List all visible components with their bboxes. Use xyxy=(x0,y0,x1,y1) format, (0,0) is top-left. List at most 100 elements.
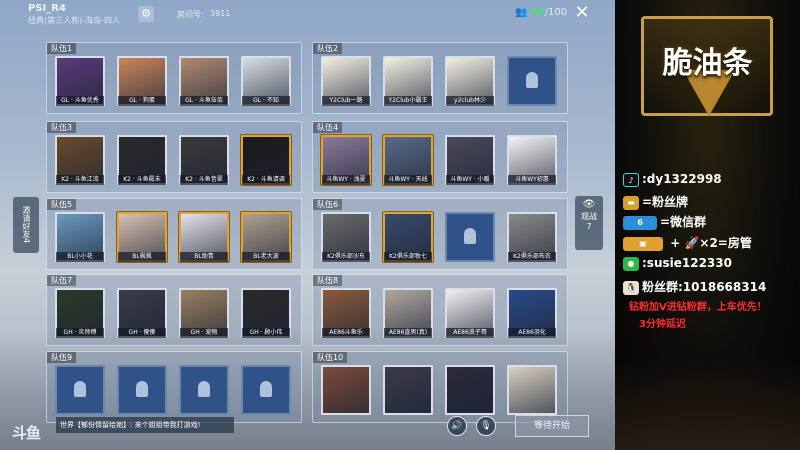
spectate-count: 7 xyxy=(586,222,592,231)
avatar xyxy=(385,367,431,413)
spectate-tab[interactable]: 👁 观战 7 xyxy=(575,196,603,250)
player-slot[interactable]: Y2Club一路 xyxy=(321,56,371,106)
fans-group-text: 粉丝群:1018668314 xyxy=(642,280,767,294)
team-panel: 队伍8 AE86斗鱼乐 AE86直男(真) AE86浪子哥 AE86羽化 xyxy=(312,274,568,346)
note-line-2: 3分钟延迟 xyxy=(639,319,686,330)
wait-start-button[interactable]: 等待开始 xyxy=(515,415,589,437)
player-name: GH · 傻傻 xyxy=(118,328,166,338)
bottom-bar: 斗鱼 世界【郁份情留给她】: 来个姐姐带我打游戏! 🔊 🎙 等待开始 xyxy=(0,412,615,450)
player-name: K2 · 斗鱼请调 xyxy=(242,175,290,185)
player-slot[interactable]: 斗鱼WY · 小暖 xyxy=(445,135,495,185)
player-name: y2club林少 xyxy=(446,96,494,106)
player-name: GL · 斗鱼伍佰 xyxy=(180,96,228,106)
player-slot[interactable]: AE86羽化 xyxy=(507,288,557,338)
player-slot[interactable] xyxy=(445,365,495,415)
team-panel: 队伍3 K2 · 斗鱼江流 K2 · 斗鱼殿末 K2 · 斗鱼昔翠 K2 · 斗鱼请调 xyxy=(46,121,302,193)
player-slot[interactable]: K2 · 斗鱼请调 xyxy=(241,135,291,185)
speaker-icon[interactable]: 🔊 xyxy=(447,416,467,436)
player-name: K2俱乐部牧七 xyxy=(384,252,432,262)
player-slot[interactable]: K2 · 斗鱼昔翠 xyxy=(179,135,229,185)
spectate-label: 观战 xyxy=(581,212,597,221)
note-line-1: 钻粉加V进钻粉群，上车优先！ xyxy=(629,302,767,313)
player-slot[interactable] xyxy=(321,365,371,415)
room-label: 房间号: xyxy=(177,10,204,19)
player-slot[interactable]: y2club林少 xyxy=(445,56,495,106)
player-name: 斗鱼WY · 小暖 xyxy=(446,175,494,185)
player-slot[interactable]: AE86斗鱼乐 xyxy=(321,288,371,338)
player-name: K2 · 斗鱼江流 xyxy=(56,175,104,185)
empty-slot[interactable] xyxy=(241,365,291,415)
player-slot[interactable]: K2 · 斗鱼殿末 xyxy=(117,135,167,185)
player-slot[interactable]: 斗鱼WY · 浅夏 xyxy=(321,135,371,185)
player-slot[interactable]: 斗鱼WY · 天线 xyxy=(383,135,433,185)
player-slot[interactable]: GL · 斗鱼优秀 xyxy=(55,56,105,106)
empty-slot[interactable] xyxy=(179,365,229,415)
player-slot[interactable]: GH · 傻傻 xyxy=(117,288,167,338)
douyin-id: :dy1322998 xyxy=(642,172,722,186)
avatar xyxy=(323,367,369,413)
fans-badge-row: ▬ =粉丝牌 xyxy=(623,193,688,210)
team-panel: 队伍5 BL小小花 BL枫枫 BL助青 BL老大波 xyxy=(46,198,302,270)
team-label: 队伍7 xyxy=(47,275,77,286)
player-name: 斗鱼WY初惠 xyxy=(508,175,556,185)
player-slot[interactable]: K2俱乐部牧七 xyxy=(383,212,433,262)
player-slot[interactable]: K2俱乐部布衣 xyxy=(507,212,557,262)
player-slot[interactable] xyxy=(383,365,433,415)
player-name: Y2Club小霸王 xyxy=(384,96,432,106)
player-count: 👥 58/100 xyxy=(515,7,568,18)
player-count-current: 58 xyxy=(530,7,545,18)
plus-sign: + xyxy=(670,236,681,250)
player-slot[interactable]: GL · 狗蛋 xyxy=(117,56,167,106)
player-slot[interactable]: 斗鱼WY初惠 xyxy=(507,135,557,185)
player-slot[interactable]: K2 · 斗鱼江流 xyxy=(55,135,105,185)
player-name: AE86斗鱼乐 xyxy=(322,328,370,338)
player-slot[interactable]: BL老大波 xyxy=(241,212,291,262)
player-name: 斗鱼WY · 浅夏 xyxy=(322,175,370,185)
invite-friends-tab[interactable]: 邀请好友4 xyxy=(13,197,39,253)
player-name: AE86羽化 xyxy=(508,328,556,338)
gear-icon[interactable]: ⚙ xyxy=(138,6,154,22)
player-name: K2 · 斗鱼昔翠 xyxy=(180,175,228,185)
player-slot[interactable]: AE86直男(真) xyxy=(383,288,433,338)
player-name: GH · 顾小伟 xyxy=(242,328,290,338)
player-name: 斗鱼WY · 天线 xyxy=(384,175,432,185)
world-chat[interactable]: 世界【郁份情留给她】: 来个姐姐带我打游戏! xyxy=(56,417,234,433)
empty-slot[interactable] xyxy=(117,365,167,415)
douyu-logo: 斗鱼 xyxy=(12,424,41,442)
rocket-text: ×2=房管 xyxy=(699,236,752,250)
rocket-row: ▣ + 🚀×2=房管 xyxy=(623,234,752,251)
player-slot[interactable]: GH · 炎师傅 xyxy=(55,288,105,338)
empty-slot[interactable] xyxy=(55,365,105,415)
player-slot[interactable]: BL助青 xyxy=(179,212,229,262)
badge-icon: ▬ xyxy=(623,195,639,210)
player-slot[interactable]: BL枫枫 xyxy=(117,212,167,262)
player-slot[interactable]: BL小小花 xyxy=(55,212,105,262)
player-slot[interactable]: GL · 斗鱼伍佰 xyxy=(179,56,229,106)
mic-icon[interactable]: 🎙 xyxy=(476,416,496,436)
player-slot[interactable]: AE86浪子哥 xyxy=(445,288,495,338)
empty-slot[interactable] xyxy=(445,212,495,262)
player-name: GL · 不知 xyxy=(242,96,290,106)
player-slot[interactable]: K2俱乐部沙东 xyxy=(321,212,371,262)
player-slot[interactable]: Y2Club小霸王 xyxy=(383,56,433,106)
douyin-icon: ♪ xyxy=(623,172,639,187)
player-name: GH · 宠物 xyxy=(180,328,228,338)
player-slot[interactable]: GH · 宠物 xyxy=(179,288,229,338)
team-label: 队伍9 xyxy=(47,352,77,363)
close-icon[interactable]: ✕ xyxy=(573,4,591,22)
team-label: 队伍10 xyxy=(313,352,348,363)
player-slot[interactable] xyxy=(507,365,557,415)
team-label: 队伍4 xyxy=(313,122,343,133)
player-name: AE86浪子哥 xyxy=(446,328,494,338)
player-name: GL · 狗蛋 xyxy=(118,96,166,106)
team-panel: 队伍7 GH · 炎师傅 GH · 傻傻 GH · 宠物 GH · 顾小伟 xyxy=(46,274,302,346)
player-slot[interactable]: GH · 顾小伟 xyxy=(241,288,291,338)
empty-slot[interactable] xyxy=(507,56,557,106)
rocket-icon: 🚀 xyxy=(684,236,700,250)
mode-subtitle: 经典(第三人称)-海岛-四人 xyxy=(28,16,121,25)
wechat-group-text: =微信群 xyxy=(660,215,707,229)
player-name: AE86直男(真) xyxy=(384,328,432,338)
player-slot[interactable]: GL · 不知 xyxy=(241,56,291,106)
team-label: 队伍5 xyxy=(47,199,77,210)
player-name: K2俱乐部布衣 xyxy=(508,252,556,262)
